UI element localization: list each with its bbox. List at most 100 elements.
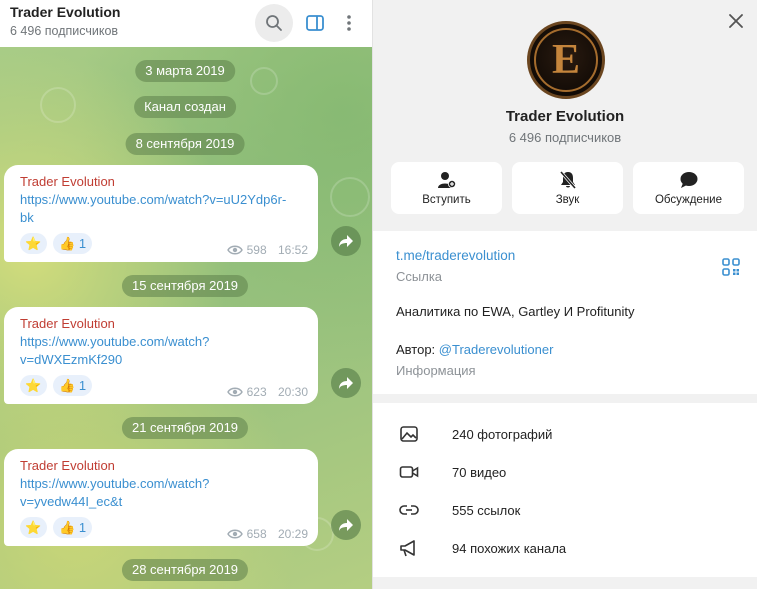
video-icon xyxy=(399,462,419,482)
message-time: 20:30 xyxy=(277,385,308,399)
chat-subtitle: 6 496 подписчиков xyxy=(10,24,119,38)
search-icon xyxy=(266,15,282,31)
service-message: Канал создан xyxy=(134,96,236,118)
add-user-icon xyxy=(437,172,456,188)
views-count: 658 xyxy=(246,527,267,541)
message-link-line[interactable]: v=yvedw44I_ec&t xyxy=(20,493,308,511)
message-meta: 623 20:30 xyxy=(226,385,308,399)
similar-channels-count: 94 похожих канала xyxy=(452,540,567,556)
reaction-count: 1 xyxy=(78,236,87,251)
date-pill[interactable]: 15 сентября 2019 xyxy=(121,275,249,297)
media-row-videos[interactable]: 70 видео xyxy=(373,453,757,491)
forward-arrow-icon xyxy=(339,519,353,531)
more-button[interactable] xyxy=(330,4,368,42)
reaction-count: 1 xyxy=(78,520,87,535)
channel-link-caption: Ссылка xyxy=(396,269,443,284)
message-link-line[interactable]: https://www.youtube.com/watch? xyxy=(20,333,308,351)
reaction-like[interactable]: 👍 1 xyxy=(53,375,93,396)
chat-title[interactable]: Trader Evolution xyxy=(10,4,120,20)
qr-code-icon xyxy=(722,258,740,276)
media-row-similar-channels[interactable]: 94 похожих канала xyxy=(373,529,757,567)
eye-icon xyxy=(226,245,243,255)
search-button[interactable] xyxy=(255,4,293,42)
message-bubble[interactable]: Trader Evolution https://www.youtube.com… xyxy=(4,165,318,262)
forward-arrow-icon xyxy=(339,235,353,247)
photos-count: 240 фотографий xyxy=(452,426,553,442)
channel-avatar[interactable]: E xyxy=(527,21,605,99)
videos-count: 70 видео xyxy=(452,464,507,480)
reactions: ⭐ 👍 1 xyxy=(20,375,93,396)
date-pill[interactable]: 8 сентября 2019 xyxy=(125,133,245,155)
join-button[interactable]: Вступить xyxy=(391,162,502,214)
message-author[interactable]: Trader Evolution xyxy=(20,173,308,191)
info-caption: Информация xyxy=(396,363,476,378)
thumbs-up-icon: 👍 xyxy=(59,519,76,535)
message-author[interactable]: Trader Evolution xyxy=(20,315,308,333)
reactions: ⭐ 👍 1 xyxy=(20,517,93,538)
author-handle-link[interactable]: @Traderevolutioner xyxy=(439,342,554,357)
message-link[interactable]: https://www.youtube.com/watch? v=yvedw44… xyxy=(20,475,308,511)
eye-icon xyxy=(226,529,243,539)
date-pill[interactable]: 28 сентября 2019 xyxy=(121,559,249,581)
sound-label: Звук xyxy=(555,194,580,206)
side-panel-icon xyxy=(306,15,324,31)
forward-arrow-icon xyxy=(339,377,353,389)
message-time: 20:29 xyxy=(277,527,308,541)
join-label: Вступить xyxy=(422,194,471,206)
message-meta: 598 16:52 xyxy=(226,243,308,257)
link-icon xyxy=(399,500,419,520)
message-link[interactable]: https://www.youtube.com/watch? v=dWXEzmK… xyxy=(20,333,308,369)
forward-button[interactable] xyxy=(331,510,361,540)
forward-button[interactable] xyxy=(331,368,361,398)
message-bubble[interactable]: Trader Evolution https://www.youtube.com… xyxy=(4,449,318,546)
thumbs-up-icon: 👍 xyxy=(59,377,76,393)
channel-author: Автор: @Traderevolutioner xyxy=(396,342,553,357)
channel-subscribers: 6 496 подписчиков xyxy=(508,130,622,145)
close-icon xyxy=(729,14,743,28)
star-icon: ⭐ xyxy=(25,377,42,393)
message-bubble[interactable]: Trader Evolution https://www.youtube.com… xyxy=(4,307,318,404)
discussion-button[interactable]: Обсуждение xyxy=(633,162,744,214)
more-vertical-icon xyxy=(347,15,351,31)
star-icon: ⭐ xyxy=(25,235,42,251)
channel-name: Trader Evolution xyxy=(505,108,625,125)
reactions: ⭐ 👍 1 xyxy=(20,233,93,254)
author-prefix: Автор: xyxy=(396,342,436,357)
channel-info-panel: E Trader Evolution 6 496 подписчиков Вст… xyxy=(373,0,757,589)
chat-header[interactable]: Trader Evolution 6 496 подписчиков xyxy=(0,0,372,47)
sound-button[interactable]: Звук xyxy=(512,162,623,214)
message-link-line[interactable]: bk xyxy=(20,209,308,227)
side-panel-button[interactable] xyxy=(296,4,334,42)
close-button[interactable] xyxy=(725,10,747,32)
media-row-links[interactable]: 555 ссылок xyxy=(373,491,757,529)
discussion-label: Обсуждение xyxy=(654,194,722,206)
media-row-photos[interactable]: 240 фотографий xyxy=(373,415,757,453)
chat-bubble-icon xyxy=(680,172,697,188)
reaction-star[interactable]: ⭐ xyxy=(20,517,47,538)
megaphone-icon xyxy=(399,538,419,558)
channel-header: E Trader Evolution 6 496 подписчиков Вст… xyxy=(373,0,757,224)
date-pill[interactable]: 21 сентября 2019 xyxy=(121,417,249,439)
photo-icon xyxy=(399,424,419,444)
message-author[interactable]: Trader Evolution xyxy=(20,457,308,475)
channel-link[interactable]: t.me/traderevolution xyxy=(396,248,515,263)
message-link-line[interactable]: v=dWXEzmKf290 xyxy=(20,351,308,369)
qr-code-button[interactable] xyxy=(721,257,741,277)
thumbs-up-icon: 👍 xyxy=(59,235,76,251)
message-link-line[interactable]: https://www.youtube.com/watch?v=uU2Ydp6r… xyxy=(20,191,308,209)
message-time: 16:52 xyxy=(277,243,308,257)
message-link-line[interactable]: https://www.youtube.com/watch? xyxy=(20,475,308,493)
reaction-star[interactable]: ⭐ xyxy=(20,375,47,396)
chat-area: Trader Evolution 6 496 подписчиков 3 мар… xyxy=(0,0,372,589)
forward-button[interactable] xyxy=(331,226,361,256)
media-card: 240 фотографий 70 видео 555 ссылок 94 по… xyxy=(373,403,757,577)
reaction-like[interactable]: 👍 1 xyxy=(53,517,93,538)
links-count: 555 ссылок xyxy=(452,502,521,518)
star-icon: ⭐ xyxy=(25,519,42,535)
message-link[interactable]: https://www.youtube.com/watch?v=uU2Ydp6r… xyxy=(20,191,308,227)
reaction-like[interactable]: 👍 1 xyxy=(53,233,93,254)
reaction-count: 1 xyxy=(78,378,87,393)
views-count: 623 xyxy=(246,385,267,399)
reaction-star[interactable]: ⭐ xyxy=(20,233,47,254)
date-pill[interactable]: 3 марта 2019 xyxy=(135,60,235,82)
